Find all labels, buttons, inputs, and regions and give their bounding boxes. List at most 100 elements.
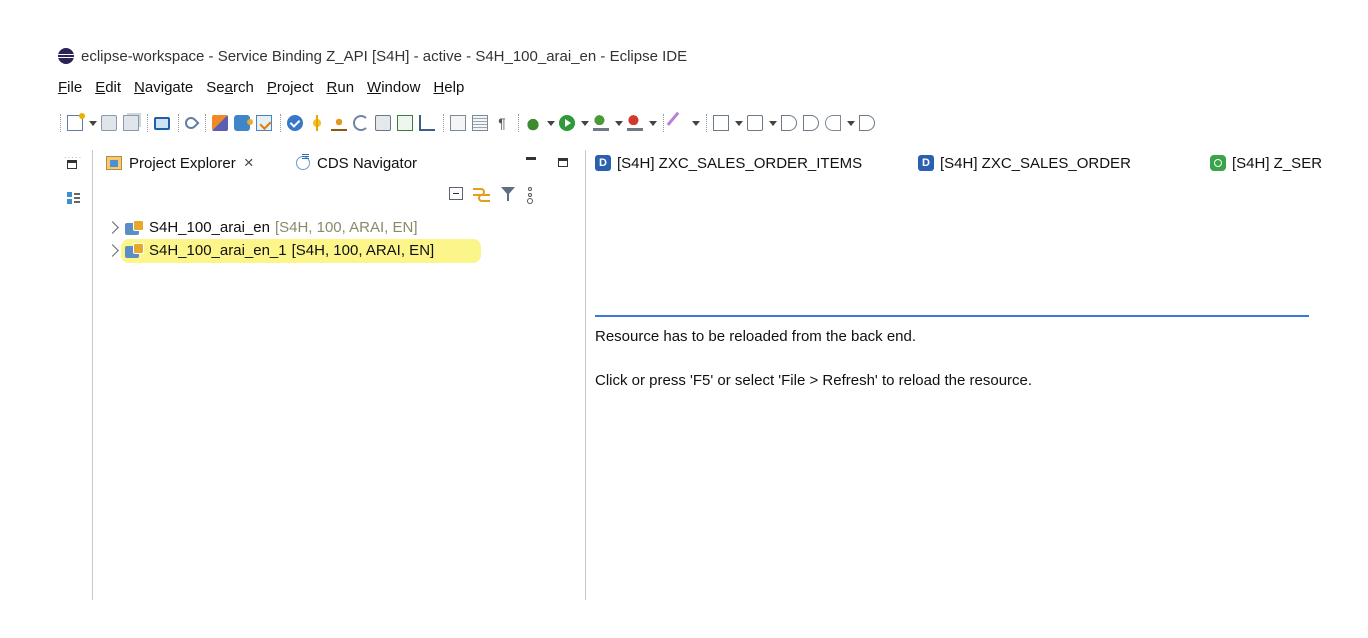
toolbar-separator — [60, 114, 61, 132]
project-explorer-icon — [106, 156, 122, 170]
editor-tab[interactable]: D [S4H] ZXC_SALES_ORDER — [918, 150, 1131, 176]
back-dropdown-arrow-icon[interactable] — [847, 115, 855, 131]
tab-label: CDS Navigator — [317, 154, 418, 172]
toolbar-separator — [706, 114, 707, 132]
marker-icon[interactable] — [666, 111, 690, 135]
save-icon[interactable] — [101, 115, 117, 131]
menu-bar: File Edit Navigate Search Project Run Wi… — [58, 76, 477, 98]
new-wizard-icon[interactable] — [67, 113, 85, 131]
link-with-editor-icon[interactable] — [473, 187, 491, 202]
project-connection-info: [S4H, 100, ARAI, EN] — [291, 242, 435, 259]
save-all-icon[interactable] — [123, 115, 139, 131]
filter-icon[interactable] — [501, 187, 515, 201]
external-tools-dropdown-arrow-icon[interactable] — [649, 115, 657, 131]
tab-label: Project Explorer — [129, 154, 236, 172]
cds-navigator-icon — [296, 154, 310, 170]
run-dropdown-arrow-icon[interactable] — [581, 115, 589, 131]
menu-help[interactable]: Help — [433, 79, 464, 96]
editor-tab-active[interactable]: [S4H] Z_SER — [1210, 150, 1322, 176]
toolbar-separator — [518, 114, 519, 132]
menu-edit[interactable]: Edit — [95, 79, 121, 96]
restore-icon[interactable] — [67, 160, 77, 169]
toolbar-separator — [178, 114, 179, 132]
tree-item-project[interactable]: S4H_100_arai_en_1 [S4H, 100, ARAI, EN] — [106, 239, 434, 262]
search-icon[interactable] — [182, 114, 200, 132]
close-icon[interactable]: × — [244, 154, 254, 171]
data-definition-icon: D — [918, 155, 934, 171]
reload-message: Resource has to be reloaded from the bac… — [595, 328, 917, 345]
open-abap-development-object-icon[interactable] — [154, 116, 170, 130]
debug-dropdown-arrow-icon[interactable] — [547, 115, 555, 131]
data-definition-icon: D — [595, 155, 611, 171]
reload-instructions: Click or press 'F5' or select 'File > Re… — [595, 372, 1033, 389]
menu-search[interactable]: Search — [206, 79, 254, 96]
debug-icon[interactable] — [525, 115, 541, 131]
abap-project-icon — [125, 219, 144, 236]
toolbar-separator — [443, 114, 444, 132]
project-explorer-view: Project Explorer × CDS Navigator S4H_100… — [96, 150, 586, 600]
editor-tab-label: [S4H] Z_SER — [1232, 154, 1323, 172]
coverage-icon[interactable] — [593, 115, 609, 131]
next-annotation-dropdown-arrow-icon[interactable] — [735, 115, 743, 131]
view-menu-icon[interactable] — [528, 187, 532, 203]
last-edit-location-icon[interactable] — [781, 115, 797, 131]
back-arrow-icon[interactable] — [825, 115, 841, 131]
new-dropdown-arrow-icon[interactable] — [89, 115, 97, 131]
toolbar-separator — [205, 114, 206, 132]
activate-icon[interactable] — [287, 115, 303, 131]
last-edit-forward-icon[interactable] — [803, 115, 819, 131]
project-name: S4H_100_arai_en_1 — [149, 242, 287, 259]
left-trim-stack: ····· — [58, 150, 93, 600]
marker-dropdown-arrow-icon[interactable] — [692, 115, 700, 131]
service-binding-icon — [1210, 155, 1226, 171]
external-tools-icon[interactable] — [627, 115, 643, 131]
project-tree: S4H_100_arai_en [S4H, 100, ARAI, EN] S4H… — [106, 216, 481, 263]
document-icon[interactable] — [450, 115, 466, 131]
collapse-all-icon[interactable] — [449, 187, 463, 200]
toolbar-separator — [147, 114, 148, 132]
check-object-icon[interactable] — [256, 115, 272, 131]
link-icon[interactable] — [397, 115, 413, 131]
editor-tab[interactable]: D [S4H] ZXC_SALES_ORDER_ITEMS — [595, 150, 862, 176]
chevron-right-icon[interactable] — [106, 244, 119, 257]
menu-navigate[interactable]: Navigate — [134, 79, 193, 96]
editor-tab-label: [S4H] ZXC_SALES_ORDER_ITEMS — [617, 154, 863, 172]
next-annotation-icon[interactable] — [713, 115, 729, 131]
view-tab-row: Project Explorer × CDS Navigator — [96, 150, 585, 176]
main-toolbar: ¶ — [58, 110, 1368, 136]
outline-view-icon[interactable] — [67, 192, 80, 204]
show-whitespace-icon[interactable]: ¶ — [494, 115, 510, 131]
minimize-icon[interactable] — [526, 157, 536, 160]
previous-annotation-dropdown-arrow-icon[interactable] — [769, 115, 777, 131]
window-title: eclipse-workspace - Service Binding Z_AP… — [81, 47, 688, 65]
list-document-icon[interactable] — [472, 115, 488, 131]
compare-icon[interactable] — [419, 115, 435, 131]
editor-header-line — [595, 315, 1309, 317]
maximize-icon[interactable] — [558, 158, 568, 167]
toolbar-separator — [663, 114, 664, 132]
coverage-dropdown-arrow-icon[interactable] — [615, 115, 623, 131]
print-icon[interactable] — [375, 115, 391, 131]
tab-cds-navigator[interactable]: CDS Navigator — [296, 150, 417, 176]
chevron-right-icon[interactable] — [106, 221, 119, 234]
window-titlebar: eclipse-workspace - Service Binding Z_AP… — [58, 44, 687, 68]
activate-inactive-icon[interactable] — [331, 115, 347, 131]
menu-project[interactable]: Project — [267, 79, 314, 96]
forward-arrow-icon[interactable] — [859, 115, 875, 131]
menu-run[interactable]: Run — [327, 79, 355, 96]
project-name: S4H_100_arai_en — [149, 219, 270, 236]
run-icon[interactable] — [559, 115, 575, 131]
menu-file[interactable]: File — [58, 79, 82, 96]
refresh-icon[interactable] — [353, 115, 369, 131]
tree-item-project[interactable]: S4H_100_arai_en [S4H, 100, ARAI, EN] — [106, 216, 434, 239]
editor-tab-label: [S4H] ZXC_SALES_ORDER — [940, 154, 1131, 172]
eclipse-logo-icon — [58, 48, 74, 64]
previous-annotation-icon[interactable] — [747, 115, 763, 131]
toolbar-separator — [280, 114, 281, 132]
activate-all-icon[interactable] — [309, 115, 325, 131]
abap-project-icon — [125, 242, 144, 259]
tab-project-explorer[interactable]: Project Explorer × — [106, 150, 254, 176]
plugin-icon[interactable] — [234, 115, 253, 131]
edit-object-icon[interactable] — [212, 115, 228, 131]
menu-window[interactable]: Window — [367, 79, 420, 96]
